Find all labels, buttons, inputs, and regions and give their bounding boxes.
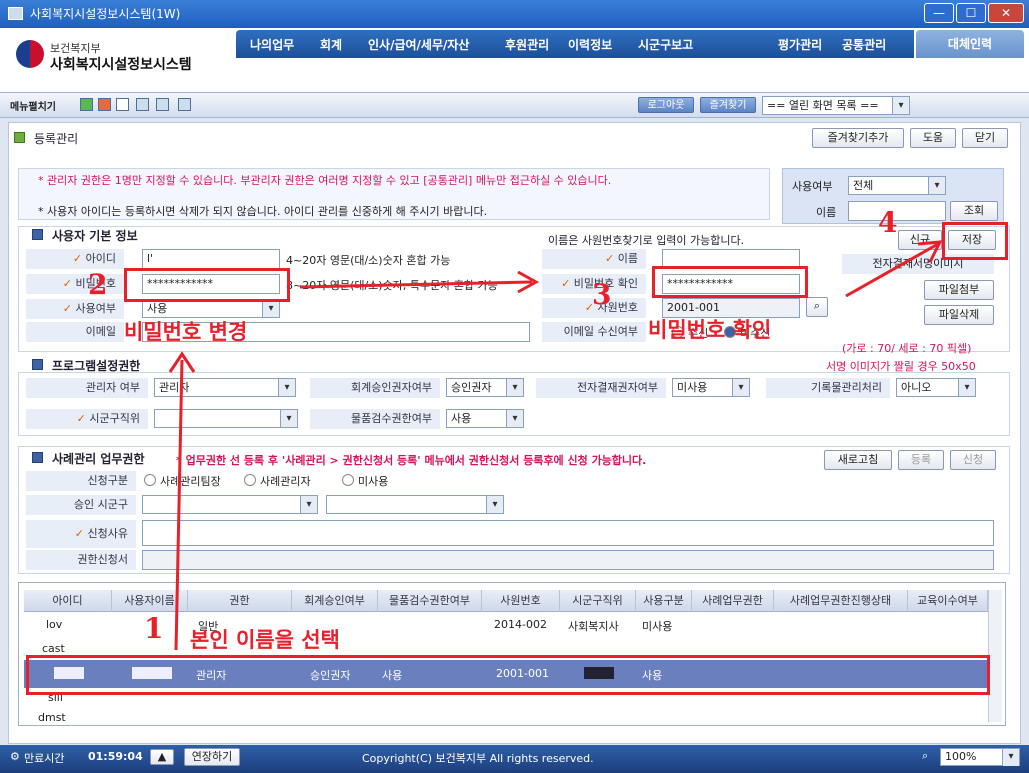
- annotation-arrows: [168, 240, 943, 651]
- extend-button[interactable]: 연장하기: [184, 748, 240, 766]
- arrow-up: [174, 359, 184, 651]
- gear-icon: ⚙: [10, 750, 20, 763]
- arrow-right: [299, 280, 533, 289]
- expire-label: 만료시간: [24, 752, 65, 765]
- time-up-icon[interactable]: ▲: [150, 749, 174, 765]
- copyright: Copyright(C) 보건복지부 All rights reserved.: [362, 752, 594, 765]
- zoom-select[interactable]: 100%: [940, 748, 1020, 766]
- expire-time: 01:59:04: [88, 750, 143, 763]
- arrow-diag: [845, 242, 939, 298]
- zoom-icon: ⌕: [922, 749, 929, 762]
